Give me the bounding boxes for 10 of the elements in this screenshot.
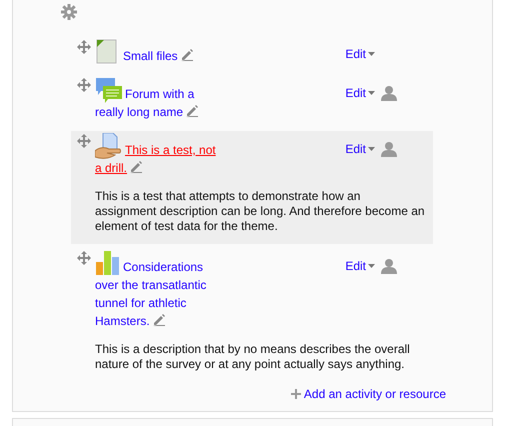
- edit-menu[interactable]: Edit: [345, 259, 375, 273]
- activity-link[interactable]: Small files: [95, 47, 221, 65]
- edit-menu[interactable]: Edit: [345, 142, 375, 156]
- edit-menu[interactable]: Edit: [345, 86, 375, 100]
- edit-menu[interactable]: Edit: [345, 47, 375, 61]
- activity-link[interactable]: Considerations over the transatlantic tunnel for athletic Hamsters.: [95, 258, 221, 330]
- activity-link[interactable]: Forum with a really long name: [95, 85, 221, 121]
- add-activity-link[interactable]: Add an activity or resource: [290, 387, 446, 401]
- activity-description: This is a description that by no means describes the overall nature of the survey or at any point actually says anything.: [95, 342, 411, 372]
- activity-description: This is a test that attempts to demonstrate how an assignment description can be long. And therefore become an element of test data for the theme.: [95, 189, 425, 234]
